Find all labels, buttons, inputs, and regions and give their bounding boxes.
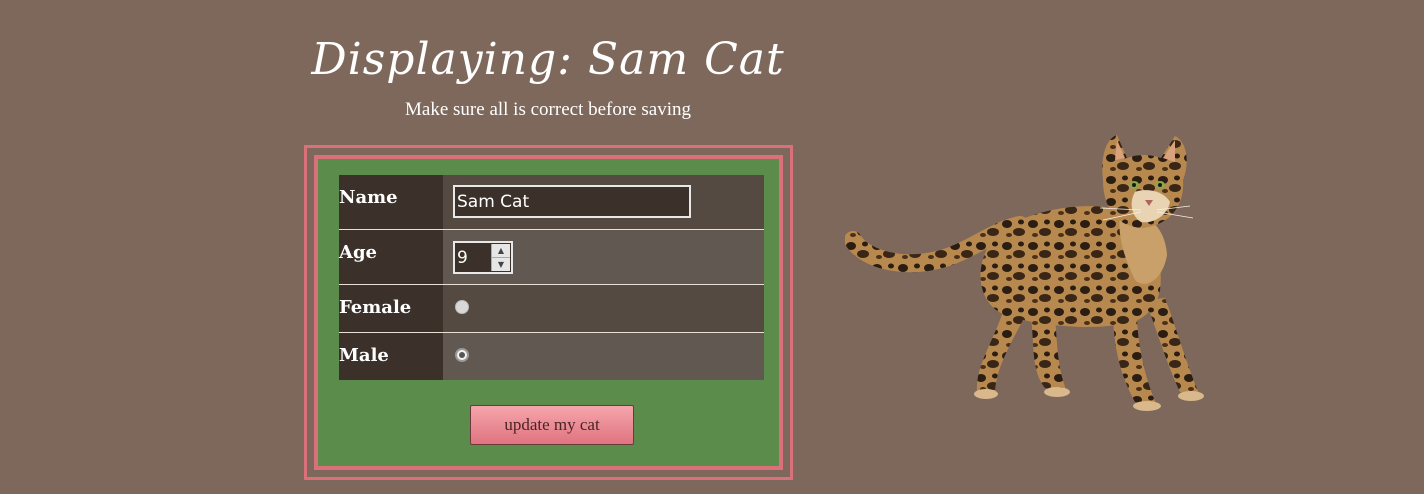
name-row: Name — [339, 175, 764, 230]
age-label: Age — [339, 242, 378, 263]
cat-illustration — [844, 135, 1204, 411]
spin-up-icon[interactable]: ▲ — [492, 244, 510, 258]
page-title: Displaying: Sam Cat — [311, 34, 785, 85]
male-label: Male — [339, 345, 389, 366]
male-radio[interactable] — [455, 348, 469, 362]
age-row: Age ▲ ▼ — [339, 229, 764, 285]
spin-down-icon[interactable]: ▼ — [492, 258, 510, 271]
name-label: Name — [339, 187, 398, 208]
page-subtitle: Make sure all is correct before saving — [405, 99, 691, 120]
age-spinner[interactable]: ▲ ▼ — [491, 244, 510, 271]
update-cat-button[interactable]: update my cat — [470, 405, 634, 445]
female-row: Female — [339, 284, 764, 333]
name-input[interactable] — [453, 185, 691, 218]
form-frame: Name Age ▲ ▼ Female — [304, 145, 793, 480]
form-panel: Name Age ▲ ▼ Female — [314, 155, 783, 470]
male-row: Male — [339, 332, 764, 380]
female-radio[interactable] — [455, 300, 469, 314]
age-input[interactable] — [455, 243, 493, 272]
age-stepper[interactable]: ▲ ▼ — [453, 241, 513, 274]
female-label: Female — [339, 297, 412, 318]
cat-photo — [844, 130, 1225, 420]
cat-form-table: Name Age ▲ ▼ Female — [339, 175, 764, 380]
